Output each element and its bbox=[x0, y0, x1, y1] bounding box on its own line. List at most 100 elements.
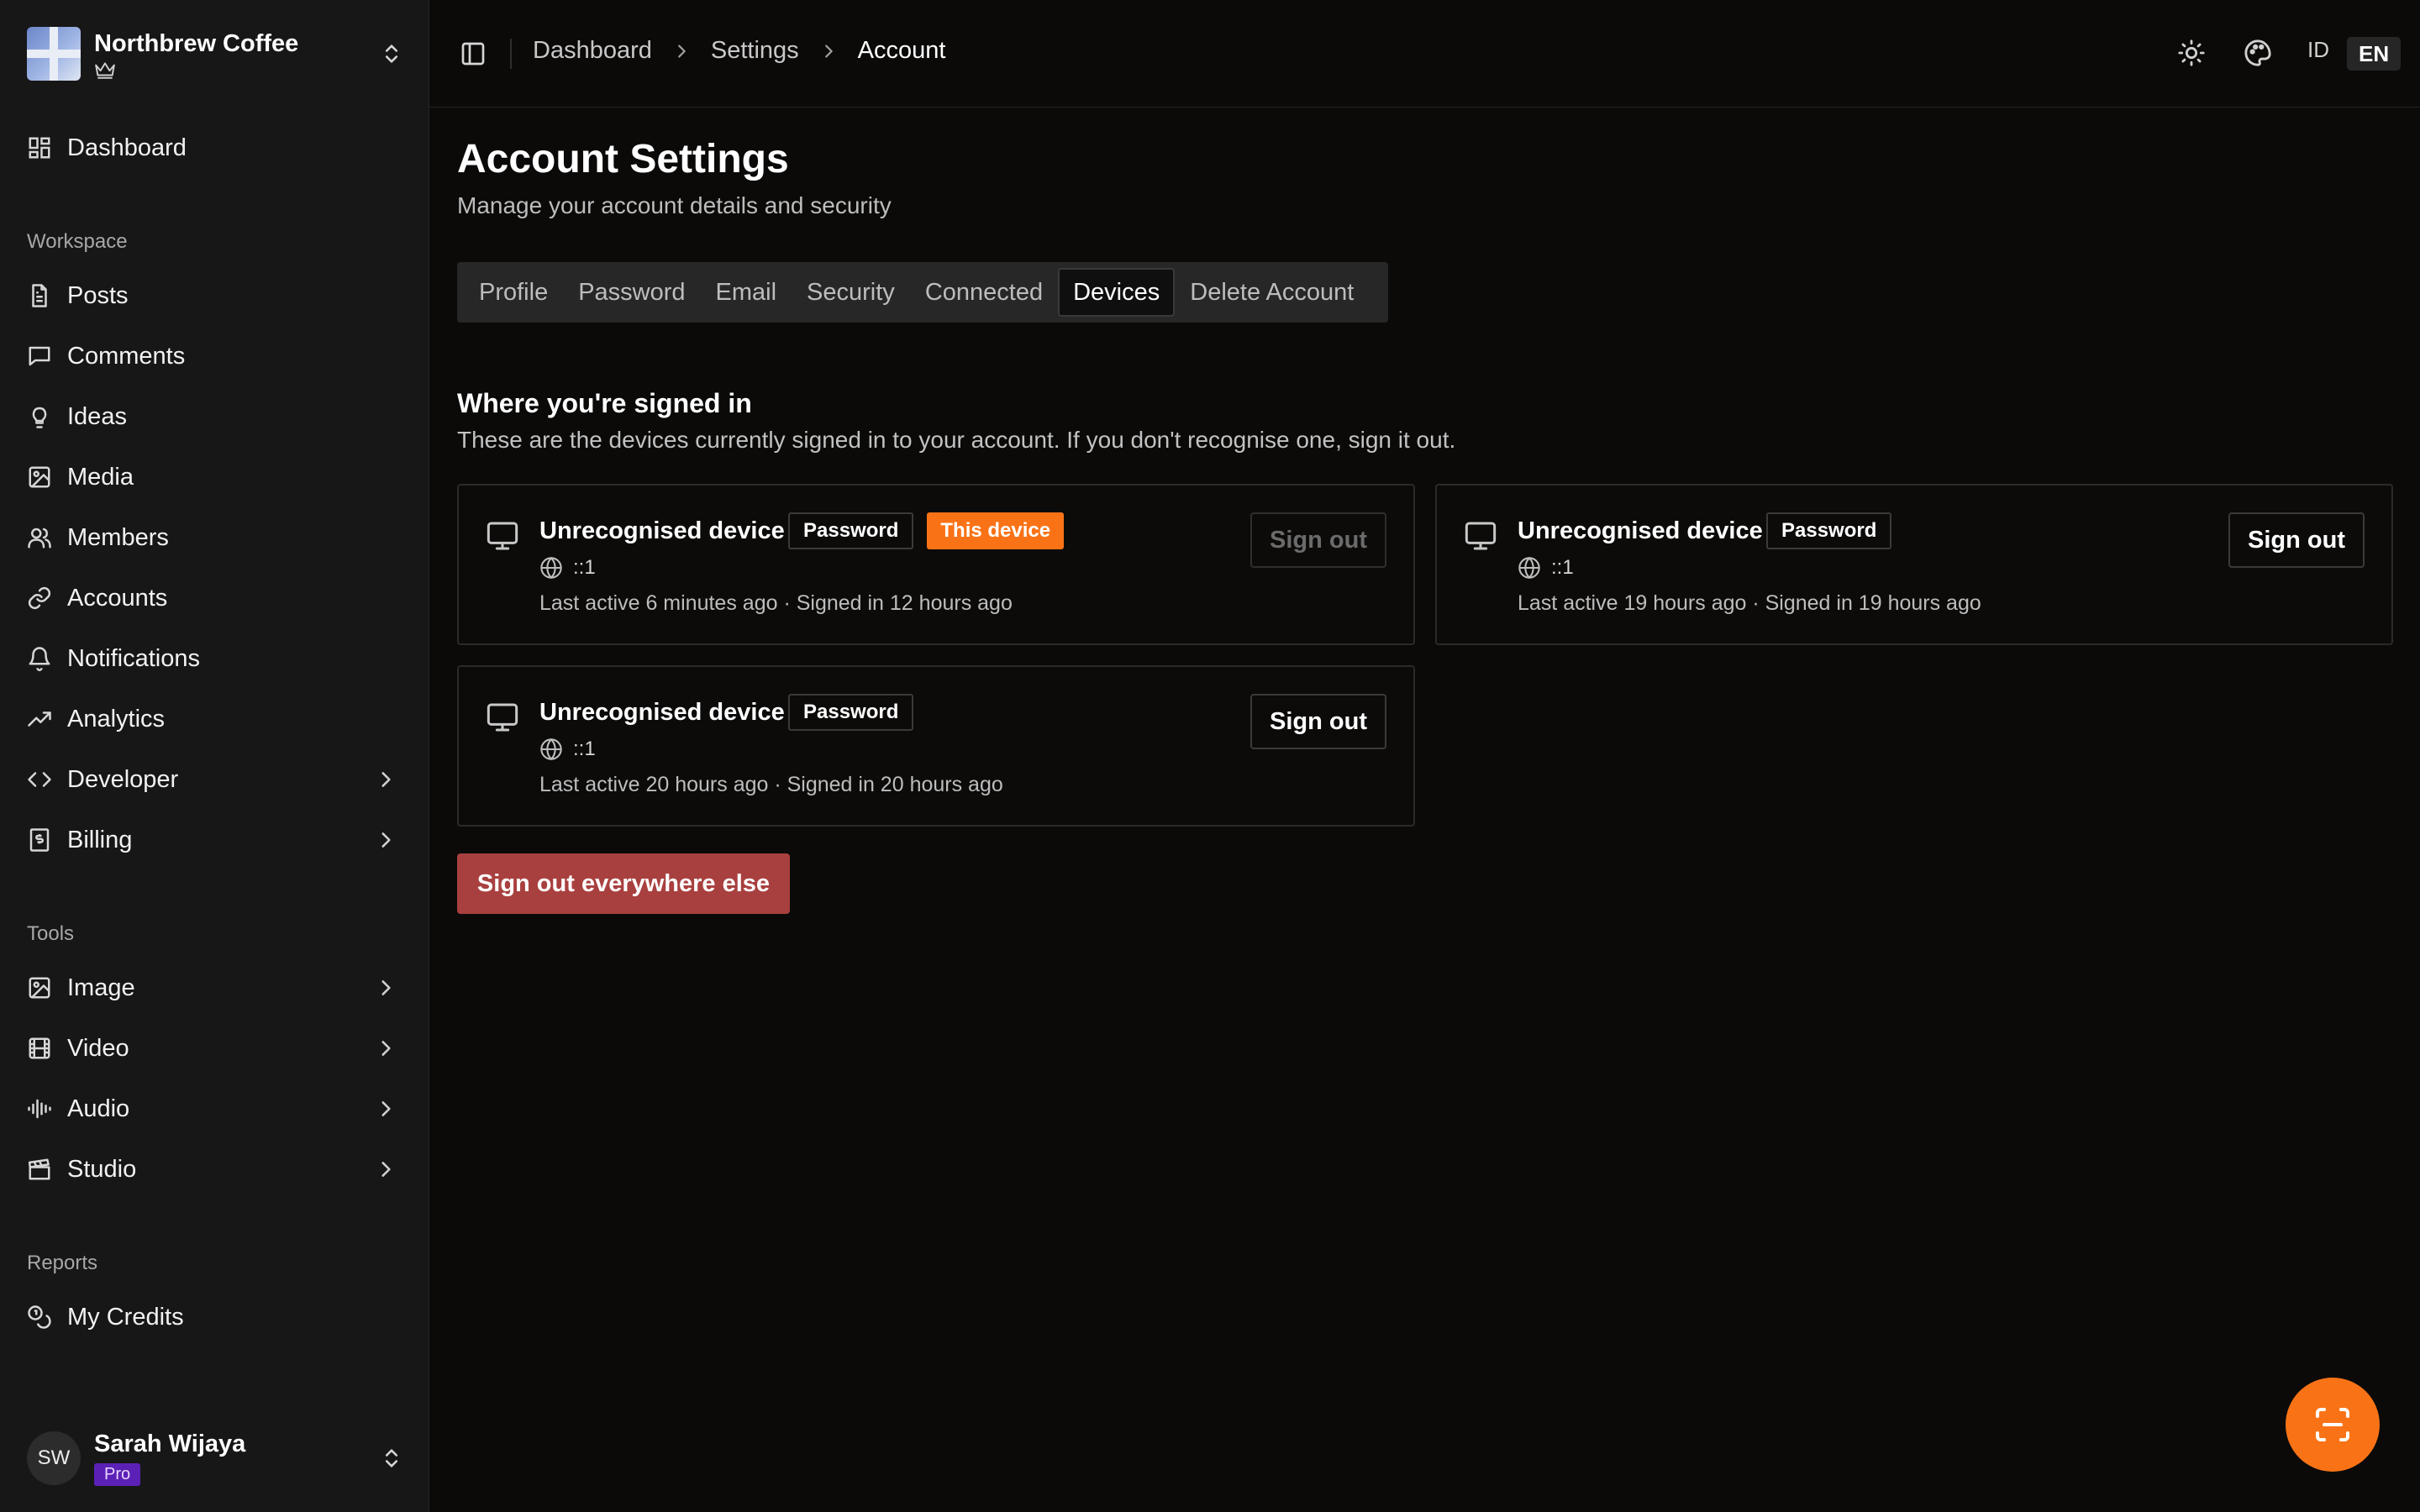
crown-icon bbox=[95, 62, 115, 79]
tab-delete-account[interactable]: Delete Account bbox=[1175, 268, 1369, 317]
lightbulb-icon bbox=[32, 407, 47, 428]
sidebar-item-dashboard[interactable]: Dashboard bbox=[27, 124, 403, 171]
sidebar-item-comments[interactable]: Comments bbox=[27, 333, 403, 380]
tab-email[interactable]: Email bbox=[701, 268, 792, 317]
device-ip: ::1 bbox=[1551, 556, 1574, 579]
sidebar-item-my-credits[interactable]: My Credits bbox=[27, 1294, 403, 1341]
tab-devices[interactable]: Devices bbox=[1058, 268, 1176, 317]
sign-out-everywhere-button[interactable]: Sign out everywhere else bbox=[457, 853, 790, 914]
sidebar-item-ideas[interactable]: Ideas bbox=[27, 393, 403, 440]
breadcrumb: Dashboard Settings Account bbox=[533, 37, 945, 65]
breadcrumb-dashboard[interactable]: Dashboard bbox=[533, 37, 652, 65]
sidebar-item-label: My Credits bbox=[67, 1303, 184, 1331]
sidebar-item-label: Comments bbox=[67, 342, 186, 370]
avatar: SW bbox=[27, 1431, 81, 1485]
tab-password[interactable]: Password bbox=[563, 268, 700, 317]
message-square-icon bbox=[29, 346, 50, 366]
film-icon bbox=[29, 1037, 50, 1059]
device-card: Unrecognised device Password This device… bbox=[457, 484, 1415, 645]
device-name: Unrecognised device bbox=[539, 699, 785, 726]
tab-security[interactable]: Security bbox=[792, 268, 910, 317]
chevrons-up-down-icon bbox=[385, 45, 398, 63]
section-title-reports: Reports bbox=[27, 1252, 98, 1274]
tab-profile[interactable]: Profile bbox=[464, 268, 563, 317]
sidebar-item-label: Audio bbox=[67, 1095, 130, 1122]
sidebar-item-label: Notifications bbox=[67, 644, 200, 672]
bell-icon bbox=[29, 647, 50, 671]
plan-badge: Pro bbox=[94, 1463, 141, 1486]
breadcrumb-settings[interactable]: Settings bbox=[711, 37, 799, 65]
trending-up-icon bbox=[28, 711, 51, 727]
sidebar-item-label: Video bbox=[67, 1034, 129, 1062]
sidebar-item-accounts[interactable]: Accounts bbox=[27, 575, 403, 622]
tab-connected[interactable]: Connected bbox=[910, 268, 1058, 317]
header-divider bbox=[510, 39, 512, 69]
page-title: Account Settings bbox=[457, 137, 789, 181]
sidebar-item-developer[interactable]: Developer bbox=[27, 756, 403, 803]
sidebar-item-members[interactable]: Members bbox=[27, 514, 403, 561]
auth-method-badge: Password bbox=[788, 512, 914, 549]
users-icon bbox=[28, 528, 51, 549]
settings-tabs: Profile Password Email Security Connecte… bbox=[457, 262, 1388, 323]
sign-out-button[interactable]: Sign out bbox=[2228, 512, 2365, 568]
sidebar-item-video[interactable]: Video bbox=[27, 1025, 403, 1072]
sign-out-button[interactable]: Sign out bbox=[1250, 694, 1386, 749]
section-title-truncated: ▬▬ bbox=[27, 1398, 94, 1406]
chevron-right-icon bbox=[381, 980, 391, 995]
scan-icon bbox=[2316, 1408, 2349, 1441]
monitor-icon bbox=[487, 522, 518, 550]
org-logo bbox=[27, 27, 81, 81]
section-title: Where you're signed in bbox=[457, 388, 752, 418]
sidebar-item-label: Analytics bbox=[67, 705, 166, 732]
clapperboard-icon bbox=[28, 1158, 50, 1180]
sidebar-item-label: Accounts bbox=[67, 584, 168, 612]
device-card: Unrecognised device Password ::1 Last ac… bbox=[1435, 484, 2393, 645]
device-name: Unrecognised device bbox=[539, 517, 785, 544]
screenshot-fab[interactable] bbox=[2286, 1378, 2380, 1472]
app: Northbrew Coffee Dashboard Workspace Pos… bbox=[0, 0, 2420, 1512]
sun-icon[interactable] bbox=[2177, 39, 2206, 67]
sidebar-item-media[interactable]: Media bbox=[27, 454, 403, 501]
section-description: These are the devices currently signed i… bbox=[457, 427, 1456, 453]
device-name: Unrecognised device bbox=[1518, 517, 1763, 544]
audio-waveform-icon bbox=[28, 1099, 51, 1119]
image-icon bbox=[29, 977, 50, 999]
sidebar-item-analytics[interactable]: Analytics bbox=[27, 696, 403, 743]
user-menu[interactable]: SW Sarah Wijaya Pro bbox=[27, 1428, 403, 1488]
section-title-workspace: Workspace bbox=[27, 230, 128, 253]
device-card: Unrecognised device Password ::1 Last ac… bbox=[457, 665, 1415, 827]
sign-out-button: Sign out bbox=[1250, 512, 1386, 568]
this-device-badge: This device bbox=[927, 512, 1065, 549]
sidebar-item-label: Posts bbox=[67, 281, 129, 309]
breadcrumb-account: Account bbox=[857, 37, 946, 64]
sidebar-item-image[interactable]: Image bbox=[27, 964, 403, 1011]
chevron-right-icon bbox=[381, 1101, 391, 1116]
top-header: Dashboard Settings Account ID EN bbox=[429, 0, 2420, 108]
lang-option-en[interactable]: EN bbox=[2347, 37, 2402, 71]
lang-option-id[interactable]: ID bbox=[2307, 37, 2329, 63]
org-switcher[interactable]: Northbrew Coffee bbox=[27, 27, 403, 81]
globe-icon bbox=[540, 556, 562, 580]
sidebar-item-label: Studio bbox=[67, 1155, 137, 1183]
sidebar-item-notifications[interactable]: Notifications bbox=[27, 635, 403, 682]
chevron-right-icon bbox=[381, 772, 391, 787]
org-name: Northbrew Coffee bbox=[94, 30, 299, 57]
globe-icon bbox=[1518, 556, 1540, 580]
monitor-icon bbox=[1465, 522, 1497, 550]
chevron-right-icon bbox=[381, 832, 391, 848]
chevrons-up-down-icon bbox=[385, 1449, 398, 1467]
image-icon bbox=[29, 466, 50, 488]
device-ip: ::1 bbox=[573, 556, 596, 579]
sidebar-item-posts[interactable]: Posts bbox=[27, 272, 403, 319]
sidebar-item-audio[interactable]: Audio bbox=[27, 1085, 403, 1132]
palette-icon[interactable] bbox=[2244, 39, 2272, 67]
sidebar-item-label: Billing bbox=[67, 826, 133, 853]
sidebar-item-studio[interactable]: Studio bbox=[27, 1146, 403, 1193]
page-subtitle: Manage your account details and security bbox=[457, 192, 892, 218]
sidebar-item-label: Media bbox=[67, 463, 134, 491]
sidebar-item-billing[interactable]: Billing bbox=[27, 816, 403, 864]
code-icon bbox=[28, 772, 51, 787]
sidebar-item-label: Developer bbox=[67, 765, 179, 793]
dashboard-icon bbox=[29, 137, 50, 159]
sidebar-toggle-icon[interactable] bbox=[460, 40, 487, 67]
